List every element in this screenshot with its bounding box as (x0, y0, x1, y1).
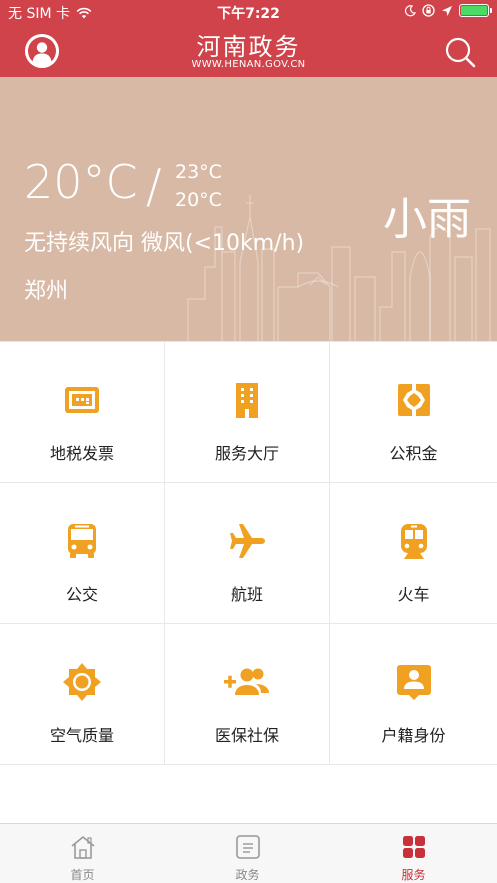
grid-icon (402, 836, 425, 858)
city-name: 郑州 (24, 279, 69, 304)
temperature-separator: / (146, 159, 162, 213)
wind-info: 无持续风向 微风(<10km/h) (24, 231, 305, 256)
service-label: 空气质量 (49, 726, 114, 745)
tab-label: 首页 (70, 868, 95, 882)
invoice-icon (65, 387, 99, 413)
fund-icon (397, 384, 430, 416)
service-flight[interactable]: 航班 (165, 483, 330, 624)
service-tax-invoice[interactable]: 地税发票 (0, 342, 165, 483)
app-header: 河南政务 WWW.HENAN.GOV.CN (0, 24, 497, 77)
bus-icon (68, 524, 96, 558)
home-icon (70, 835, 95, 859)
sun-icon (63, 663, 101, 701)
moon-icon (404, 4, 416, 16)
low-temperature: 20°C (175, 189, 222, 211)
service-train[interactable]: 火车 (330, 483, 497, 624)
status-right (404, 4, 492, 17)
service-label: 公积金 (389, 444, 438, 463)
app-subtitle: WWW.HENAN.GOV.CN (191, 59, 306, 70)
status-bar: 无 SIM 卡 下午7:22 (0, 0, 497, 24)
service-label: 户籍身份 (381, 726, 446, 745)
service-air-quality[interactable]: 空气质量 (0, 624, 165, 765)
tab-label: 政务 (235, 868, 260, 882)
current-temperature: 20°C (24, 155, 138, 209)
service-label: 火车 (397, 585, 430, 604)
service-service-hall[interactable]: 服务大厅 (165, 342, 330, 483)
document-icon (235, 835, 260, 859)
high-temperature: 23°C (175, 161, 222, 183)
location-arrow-icon (442, 5, 452, 16)
rotation-lock-icon (422, 4, 435, 17)
weather-condition: 小雨 (383, 194, 471, 245)
search-icon (445, 37, 476, 68)
tab-label: 服务 (401, 868, 426, 882)
add-people-icon (224, 668, 269, 695)
train-icon (400, 524, 427, 559)
tab-government[interactable]: 政务 (165, 824, 330, 883)
weather-panel[interactable]: 20°C / 23°C 20°C 无持续风向 微风(<10km/h) 郑州 小雨 (0, 77, 497, 341)
service-label: 服务大厅 (214, 444, 279, 463)
service-bus[interactable]: 公交 (0, 483, 165, 624)
service-housing-fund[interactable]: 公积金 (330, 342, 497, 483)
service-medical-insurance[interactable]: 医保社保 (165, 624, 330, 765)
tab-services[interactable]: 服务 (330, 824, 497, 883)
service-household-id[interactable]: 户籍身份 (330, 624, 497, 765)
id-badge-icon (396, 665, 431, 700)
service-label: 地税发票 (49, 444, 114, 463)
service-grid: 地税发票 服务大厅 公积金 公交 航班 火车 空气质量 医保社保 户籍身份 (0, 341, 497, 766)
battery-fill (461, 6, 487, 15)
tab-bar: 首页 政务 服务 (0, 823, 497, 883)
building-icon (236, 383, 258, 418)
airplane-icon (230, 524, 265, 558)
service-label: 医保社保 (214, 726, 279, 745)
service-label: 航班 (230, 585, 263, 604)
tab-home[interactable]: 首页 (0, 824, 165, 883)
service-label: 公交 (65, 585, 98, 604)
search-button[interactable] (443, 35, 477, 69)
app-title: 河南政务 (196, 33, 301, 61)
battery-icon (459, 4, 492, 17)
